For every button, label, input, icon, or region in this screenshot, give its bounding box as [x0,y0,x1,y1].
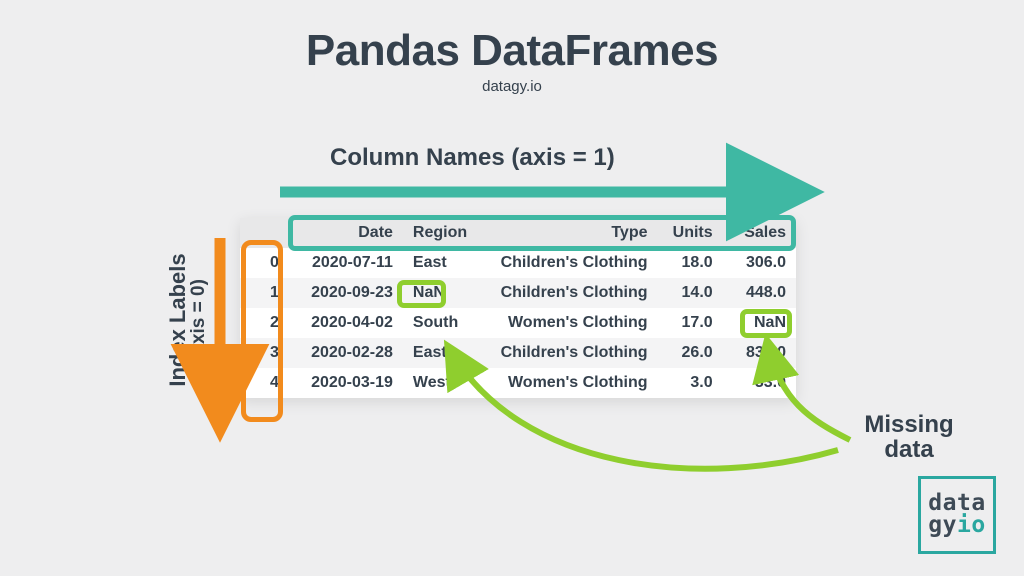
cell-type: Children's Clothing [484,278,657,308]
page-title: Pandas DataFrames [0,0,1024,76]
cell-type: Children's Clothing [484,338,657,368]
datagy-logo: data gyio [918,476,996,554]
table-row: 0 2020-07-11 East Children's Clothing 18… [240,248,796,278]
col-header-region: Region [403,218,484,248]
header-row: Date Region Type Units Sales [240,218,796,248]
index-axis-label-line2: (axis = 0) [189,230,209,410]
col-header-date: Date [289,218,403,248]
index-cell: 4 [240,368,289,398]
dataframe-table: Date Region Type Units Sales 0 2020-07-1… [240,218,796,398]
table-row: 1 2020-09-23 NaN Children's Clothing 14.… [240,278,796,308]
table-row: 3 2020-02-28 East Children's Clothing 26… [240,338,796,368]
cell-units: 18.0 [657,248,722,278]
cell-units: 3.0 [657,368,722,398]
cell-sales: 832.0 [723,338,796,368]
cell-sales: 306.0 [723,248,796,278]
columns-axis-label: Column Names (axis = 1) [330,144,615,172]
cell-sales: 33.0 [723,368,796,398]
logo-line2: gyio [928,515,985,537]
cell-region: West [403,368,484,398]
index-cell: 2 [240,308,289,338]
index-cell: 0 [240,248,289,278]
cell-date: 2020-03-19 [289,368,403,398]
index-axis-label: Index Labels (axis = 0) [166,230,209,410]
table-row: 4 2020-03-19 West Women's Clothing 3.0 3… [240,368,796,398]
cell-region: South [403,308,484,338]
cell-sales: 448.0 [723,278,796,308]
table-row: 2 2020-04-02 South Women's Clothing 17.0… [240,308,796,338]
col-header-sales: Sales [723,218,796,248]
cell-type: Children's Clothing [484,248,657,278]
page-subtitle: datagy.io [0,78,1024,95]
cell-units: 26.0 [657,338,722,368]
cell-region: East [403,248,484,278]
cell-date: 2020-04-02 [289,308,403,338]
index-cell: 1 [240,278,289,308]
corner-cell [240,218,289,248]
cell-type: Women's Clothing [484,308,657,338]
col-header-units: Units [657,218,722,248]
cell-region: East [403,338,484,368]
cell-date: 2020-09-23 [289,278,403,308]
cell-units: 17.0 [657,308,722,338]
cell-date: 2020-02-28 [289,338,403,368]
cell-type: Women's Clothing [484,368,657,398]
cell-units: 14.0 [657,278,722,308]
missing-data-label: Missing data [834,412,984,462]
cell-sales: NaN [723,308,796,338]
index-cell: 3 [240,338,289,368]
index-axis-label-line1: Index Labels [165,253,190,386]
cell-region: NaN [403,278,484,308]
col-header-type: Type [484,218,657,248]
cell-date: 2020-07-11 [289,248,403,278]
dataframe-table-wrap: Date Region Type Units Sales 0 2020-07-1… [240,218,796,398]
